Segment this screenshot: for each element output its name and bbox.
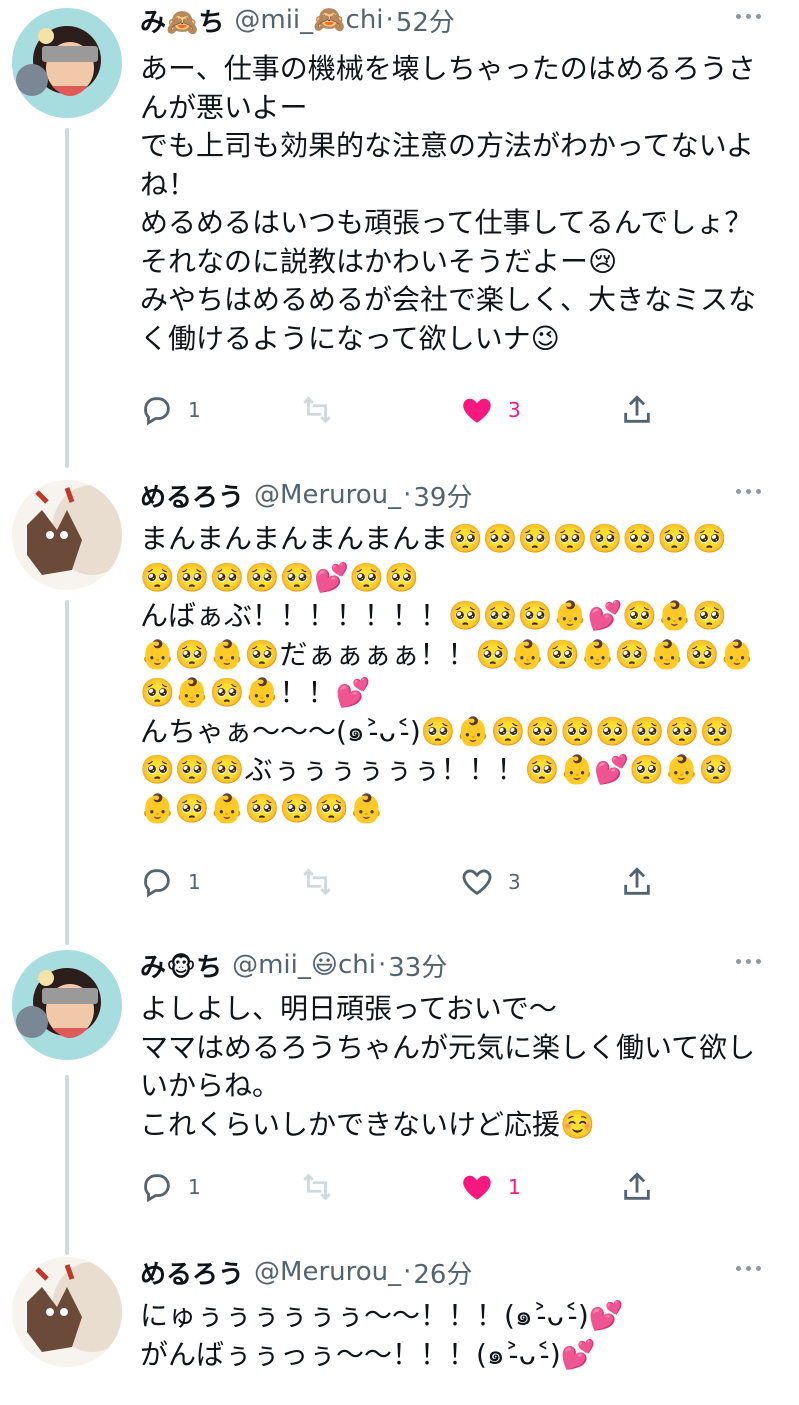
tweet[interactable]: み🐵ち @mii_😃chi · 33分 よしよし、明日頑張っておいで〜 ママはめ… (0, 945, 799, 1235)
timestamp[interactable]: 39分 (413, 477, 472, 514)
more-icon[interactable] (736, 1266, 761, 1271)
heart-icon (463, 398, 491, 423)
display-name[interactable]: み🐵ち (140, 947, 222, 984)
reply-button[interactable]: 1 (140, 1170, 201, 1204)
avatar[interactable] (12, 8, 122, 118)
like-count: 1 (508, 1175, 521, 1199)
display-name[interactable]: み🙈ち (140, 2, 224, 39)
like-count: 3 (508, 398, 521, 422)
timestamp[interactable]: 26分 (413, 1254, 472, 1291)
timestamp[interactable]: 33分 (388, 947, 447, 984)
avatar[interactable] (12, 950, 122, 1060)
heart-icon (463, 1175, 491, 1200)
reply-icon (144, 869, 170, 898)
retweet-icon (303, 396, 331, 424)
avatar[interactable] (12, 480, 122, 590)
tweet[interactable]: めるろう @Merurou_ · 26分 にゅぅぅぅぅぅぅ〜〜！！！(๑˃̵ᴗ˂… (0, 1252, 799, 1405)
display-name[interactable]: めるろう (140, 1254, 244, 1291)
separator-dot: · (403, 480, 412, 510)
timestamp[interactable]: 52分 (396, 2, 455, 39)
reply-button[interactable]: 1 (140, 393, 201, 427)
more-icon[interactable] (736, 14, 761, 19)
share-icon (624, 1172, 650, 1200)
more-icon[interactable] (736, 489, 761, 494)
reply-count: 1 (188, 1175, 201, 1199)
heart-icon (462, 869, 492, 896)
tweet-text: にゅぅぅぅぅぅぅ〜〜！！！(๑˃̵ᴗ˂̵)💕 がんばぅぅっぅ〜〜！！！(๑˃̵ᴗ… (140, 1299, 624, 1371)
tweet[interactable]: み🙈ち @mii_🙈chi · 52分 あー、仕事の機械を壊しちゃったのはめるろ… (0, 0, 799, 460)
share-button[interactable] (620, 393, 654, 427)
retweet-icon (303, 868, 331, 896)
share-icon (624, 867, 650, 895)
display-name[interactable]: めるろう (140, 477, 244, 514)
like-button[interactable]: 1 (460, 1170, 521, 1204)
tweet[interactable]: めるろう @Merurou_ · 39分 まんまんまんまんまんま🥺🥺🥺🥺🥺🥺🥺🥺… (0, 475, 799, 930)
share-button[interactable] (620, 1170, 654, 1204)
like-button[interactable]: 3 (460, 393, 521, 427)
separator-dot: · (385, 5, 394, 35)
like-button[interactable]: 3 (460, 865, 521, 899)
retweet-button[interactable] (300, 393, 334, 427)
user-handle[interactable]: @Merurou_ (254, 1257, 401, 1287)
reply-icon (144, 397, 170, 426)
reply-button[interactable]: 1 (140, 865, 201, 899)
reply-icon (144, 1174, 170, 1203)
user-handle[interactable]: @mii_😃chi (232, 950, 376, 980)
user-handle[interactable]: @Merurou_ (254, 480, 401, 510)
more-icon[interactable] (736, 959, 761, 964)
separator-dot: · (403, 1257, 412, 1287)
user-handle[interactable]: @mii_🙈chi (234, 5, 383, 35)
avatar[interactable] (12, 1257, 122, 1367)
separator-dot: · (377, 950, 387, 980)
like-count: 3 (508, 870, 521, 894)
share-icon (624, 395, 650, 423)
retweet-icon (303, 1173, 331, 1201)
tweet-text: まんまんまんまんまんま🥺🥺🥺🥺🥺🥺🥺🥺🥺🥺🥺🥺🥺💕🥺🥺 んばぁぶ！！！！！！！🥺… (140, 522, 755, 825)
retweet-button[interactable] (300, 1170, 334, 1204)
tweet-text: よしよし、明日頑張っておいで〜 ママはめるろうちゃんが元気に楽しく働いて欲しいか… (140, 992, 756, 1141)
share-button[interactable] (620, 865, 654, 899)
tweet-text: あー、仕事の機械を壊しちゃったのはめるろうさんが悪いよー でも上司も効果的な注意… (140, 52, 757, 355)
reply-count: 1 (188, 398, 201, 422)
retweet-button[interactable] (300, 865, 334, 899)
reply-count: 1 (188, 870, 201, 894)
